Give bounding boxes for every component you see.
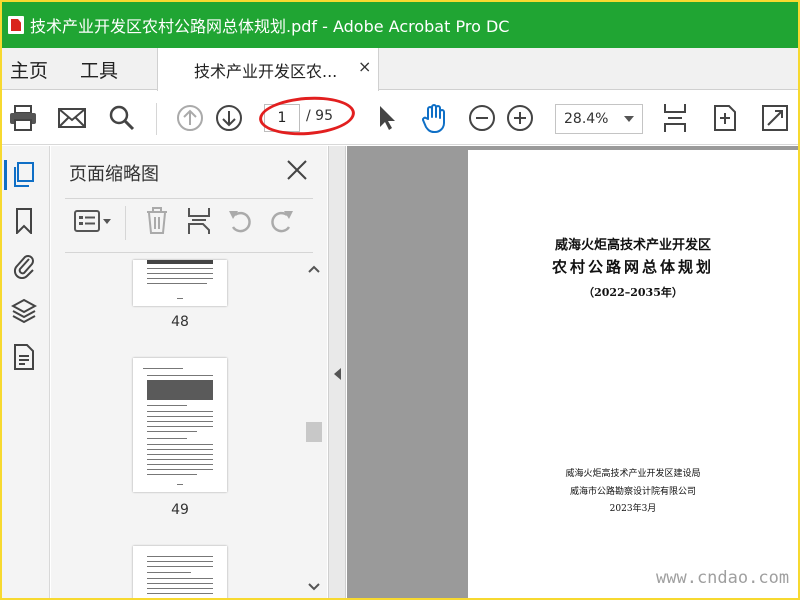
doc-title-line1: 威海火炬高技术产业开发区 xyxy=(554,238,711,253)
tab-home[interactable]: 主页 xyxy=(10,56,48,83)
panel-title: 页面缩略图 xyxy=(69,164,159,185)
doc-org-1: 威海火炬高技术产业开发区建设局 xyxy=(565,469,701,479)
pdf-file-icon xyxy=(8,16,24,34)
close-panel-icon[interactable] xyxy=(283,156,311,184)
document-properties-icon[interactable] xyxy=(9,342,39,372)
bookmark-icon[interactable] xyxy=(9,206,39,236)
document-page: 威海火炬高技术产业开发区 农村公路网总体规划 （2022–2035年） 威海火炬… xyxy=(468,150,798,598)
window-title: 技术产业开发区农村公路网总体规划.pdf - Adobe Acrobat Pro… xyxy=(30,17,510,36)
zoom-out-icon[interactable] xyxy=(467,103,497,133)
thumbnail-label-49: 49 xyxy=(171,502,189,518)
doc-title-line2: 农村公路网总体规划 xyxy=(551,258,714,276)
navigation-rail xyxy=(2,146,50,598)
zoom-dropdown[interactable]: 28.4% xyxy=(555,104,643,134)
attachment-icon[interactable] xyxy=(9,250,39,280)
layers-icon[interactable] xyxy=(9,296,39,326)
options-menu-icon[interactable] xyxy=(71,206,115,236)
app-window: 技术产业开发区农村公路网总体规划.pdf - Adobe Acrobat Pro… xyxy=(2,2,798,598)
thumbnails-panel: 页面缩略图 48 49 xyxy=(51,146,327,598)
doc-org-2: 威海市公路勘察设计院有限公司 xyxy=(569,487,696,497)
title-bar: 技术产业开发区农村公路网总体规划.pdf - Adobe Acrobat Pro… xyxy=(2,2,798,48)
hand-tool-icon[interactable] xyxy=(419,103,449,133)
close-tab-icon[interactable]: × xyxy=(358,57,371,76)
scroll-thumb[interactable] xyxy=(306,422,322,442)
zoom-in-icon[interactable] xyxy=(505,103,535,133)
search-icon[interactable] xyxy=(107,103,137,133)
scroll-down-icon[interactable] xyxy=(308,582,320,592)
fit-width-icon[interactable] xyxy=(660,103,690,133)
tab-bar: 主页 工具 技术产业开发区农... × xyxy=(2,48,798,91)
previous-page-icon[interactable] xyxy=(175,103,205,133)
print-icon[interactable] xyxy=(8,103,38,133)
next-page-icon[interactable] xyxy=(214,103,244,133)
chevron-down-icon xyxy=(624,116,634,122)
thumbnail-scrollbar[interactable] xyxy=(305,262,323,594)
delete-page-icon[interactable] xyxy=(141,206,173,236)
rotate-left-icon[interactable] xyxy=(225,206,257,236)
rotate-right-icon[interactable] xyxy=(265,206,297,236)
thumbnail-label-48: 48 xyxy=(171,314,189,330)
annotation-ellipse xyxy=(257,93,357,139)
chevron-left-icon xyxy=(334,368,341,380)
doc-title-years: （2022–2035年） xyxy=(583,286,683,299)
watermark-site: www.cndao.com xyxy=(656,568,790,588)
toolbar: 1 / 95 28.4% xyxy=(2,91,798,145)
insert-page-icon[interactable] xyxy=(183,206,215,236)
thumbnail-page-50[interactable] xyxy=(133,546,227,598)
document-view[interactable]: 威海火炬高技术产业开发区 农村公路网总体规划 （2022–2035年） 威海火炬… xyxy=(347,146,798,598)
tab-document[interactable]: 技术产业开发区农... × xyxy=(157,48,379,91)
doc-date: 2023年3月 xyxy=(609,504,657,514)
full-screen-icon[interactable] xyxy=(760,103,790,133)
thumbnail-page-48[interactable] xyxy=(133,260,227,306)
mail-icon[interactable] xyxy=(57,103,87,133)
scroll-up-icon[interactable] xyxy=(308,264,320,274)
select-cursor-icon[interactable] xyxy=(372,103,402,133)
fit-page-icon[interactable] xyxy=(710,103,740,133)
zoom-value: 28.4% xyxy=(564,111,609,127)
tab-tools[interactable]: 工具 xyxy=(80,56,118,83)
collapse-panel-handle[interactable] xyxy=(328,146,346,598)
thumbnail-page-49[interactable] xyxy=(133,358,227,492)
document-tab-label: 技术产业开发区农... xyxy=(194,62,338,81)
page-thumbnails-icon[interactable] xyxy=(4,160,38,190)
